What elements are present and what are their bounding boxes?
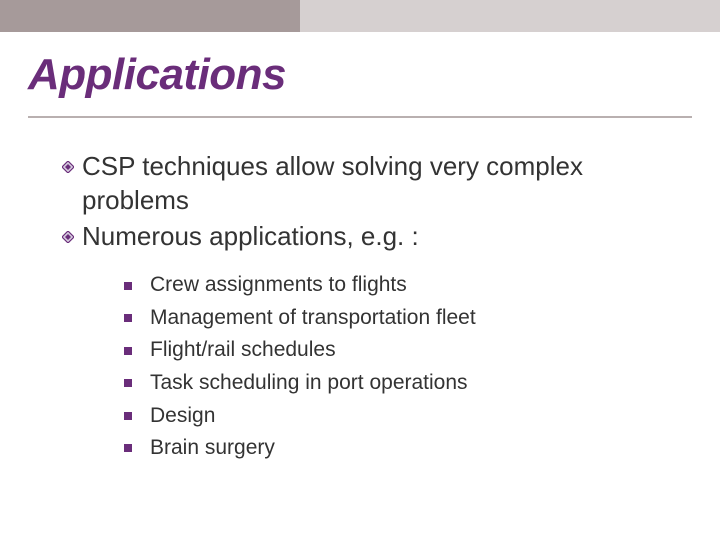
diamond-bullet-icon: [62, 231, 74, 243]
square-bullet-icon: [124, 444, 132, 452]
slide-content: CSP techniques allow solving very comple…: [62, 150, 690, 465]
square-bullet-icon: [124, 282, 132, 290]
sub-bullet-item: Flight/rail schedules: [124, 334, 690, 367]
sub-bullet-item: Crew assignments to flights: [124, 269, 690, 302]
slide-title: Applications: [28, 50, 286, 100]
bullet-item: Numerous applications, e.g. :: [62, 220, 690, 254]
sub-bullet-item: Brain surgery: [124, 432, 690, 465]
sub-bullet-text: Brain surgery: [150, 432, 275, 465]
sub-bullet-text: Design: [150, 400, 215, 433]
square-bullet-icon: [124, 412, 132, 420]
sub-bullet-text: Task scheduling in port operations: [150, 367, 468, 400]
sub-bullet-text: Crew assignments to flights: [150, 269, 407, 302]
diamond-bullet-icon: [62, 161, 74, 173]
sub-bullet-text: Flight/rail schedules: [150, 334, 336, 367]
sub-bullet-text: Management of transportation fleet: [150, 302, 476, 335]
sub-bullet-list: Crew assignments to flights Management o…: [124, 269, 690, 464]
sub-bullet-item: Task scheduling in port operations: [124, 367, 690, 400]
bullet-text: CSP techniques allow solving very comple…: [82, 150, 690, 218]
header-band: [0, 0, 720, 32]
sub-bullet-item: Management of transportation fleet: [124, 302, 690, 335]
bullet-item: CSP techniques allow solving very comple…: [62, 150, 690, 218]
header-band-light: [300, 0, 720, 32]
sub-bullet-item: Design: [124, 400, 690, 433]
square-bullet-icon: [124, 379, 132, 387]
title-underline: [28, 116, 692, 118]
bullet-text: Numerous applications, e.g. :: [82, 220, 690, 254]
square-bullet-icon: [124, 314, 132, 322]
header-band-dark: [0, 0, 300, 32]
square-bullet-icon: [124, 347, 132, 355]
